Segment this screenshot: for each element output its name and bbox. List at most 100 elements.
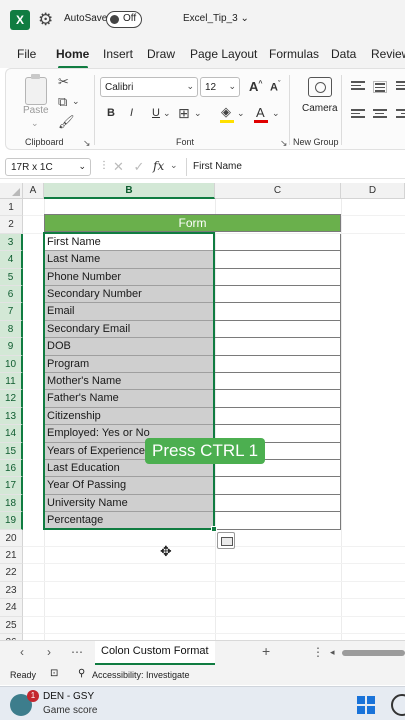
form-label-cell[interactable]: Mother's Name <box>44 373 215 391</box>
form-label-cell[interactable]: Secondary Email <box>44 320 215 339</box>
italic-button[interactable]: I <box>130 107 133 119</box>
form-input-cell[interactable] <box>215 303 341 321</box>
form-label-cell[interactable]: Citizenship <box>44 407 215 426</box>
align-left-icon[interactable] <box>351 109 365 121</box>
taskbar-app-icon[interactable] <box>391 694 405 716</box>
form-input-cell[interactable] <box>215 320 341 339</box>
form-label-cell[interactable]: Year Of Passing <box>44 477 215 495</box>
game-score-title[interactable]: DEN - GSY <box>43 691 94 702</box>
paste-icon[interactable] <box>25 74 47 105</box>
align-center-icon[interactable] <box>373 109 387 121</box>
form-input-cell[interactable] <box>215 268 341 286</box>
row-header-10[interactable]: 10 <box>0 355 23 373</box>
underline-button[interactable]: U <box>152 107 160 119</box>
format-painter-icon[interactable]: 🖌 <box>58 115 75 128</box>
row-header-5[interactable]: 5 <box>0 268 23 286</box>
row-header-20[interactable]: 20 <box>0 529 23 547</box>
underline-dropdown-icon[interactable]: ⌄ <box>163 109 171 118</box>
form-input-cell[interactable] <box>215 355 341 373</box>
row-header-24[interactable]: 24 <box>0 599 23 617</box>
row-header-16[interactable]: 16 <box>0 460 23 478</box>
form-input-cell[interactable] <box>215 512 341 530</box>
tab-data[interactable]: Data <box>331 47 356 61</box>
clipboard-launcher-icon[interactable]: ↘ <box>83 138 91 149</box>
cancel-icon[interactable]: ✕ <box>113 159 124 174</box>
next-sheet-icon[interactable]: › <box>47 645 51 659</box>
form-label-cell[interactable]: Percentage <box>44 512 215 530</box>
chevron-down-icon[interactable]: ⌄ <box>170 160 178 171</box>
enter-icon[interactable]: ✓ <box>134 159 145 174</box>
form-input-cell[interactable] <box>215 494 341 513</box>
row-header-6[interactable]: 6 <box>0 286 23 304</box>
form-label-cell[interactable]: Last Name <box>44 251 215 269</box>
form-label-cell[interactable]: Email <box>44 303 215 321</box>
row-header-22[interactable]: 22 <box>0 564 23 582</box>
column-header-a[interactable]: A <box>23 183 44 199</box>
scroll-left-icon[interactable]: ◂ <box>330 647 335 658</box>
row-header-1[interactable]: 1 <box>0 199 23 217</box>
form-label-cell[interactable]: Program <box>44 355 215 373</box>
paste-dropdown-icon[interactable]: ⌄ <box>31 119 39 128</box>
form-input-cell[interactable] <box>215 251 341 269</box>
font-launcher-icon[interactable]: ↘ <box>280 138 288 149</box>
tab-formulas[interactable]: Formulas <box>269 47 319 61</box>
row-header-7[interactable]: 7 <box>0 303 23 321</box>
name-box[interactable]: 17R x 1C ⌄ <box>5 158 91 176</box>
add-sheet-button[interactable]: + <box>262 643 270 659</box>
formula-input[interactable]: First Name <box>186 158 405 176</box>
accessibility-icon[interactable]: ⚲ <box>78 668 85 679</box>
tab-page-layout[interactable]: Page Layout <box>190 47 257 61</box>
form-label-cell[interactable]: Father's Name <box>44 390 215 408</box>
more-sheets-icon[interactable]: ⋯ <box>71 645 83 659</box>
row-header-14[interactable]: 14 <box>0 425 23 443</box>
accessibility-status[interactable]: Accessibility: Investigate <box>92 670 190 680</box>
row-header-19[interactable]: 19 <box>0 512 23 530</box>
font-name-box[interactable]: Calibri ⌄ <box>100 77 198 97</box>
row-header-15[interactable]: 15 <box>0 442 23 460</box>
font-color-button[interactable]: A <box>256 105 265 120</box>
form-label-cell[interactable]: First Name <box>44 233 215 252</box>
more-icon[interactable]: ⋮ <box>99 161 109 171</box>
copy-dropdown-icon[interactable]: ⌄ <box>72 97 80 106</box>
sheet-tab-colon-custom-format[interactable]: Colon Custom Format <box>95 641 215 665</box>
font-color-dropdown-icon[interactable]: ⌄ <box>272 109 280 118</box>
row-header-17[interactable]: 17 <box>0 477 23 495</box>
autosave-toggle[interactable]: Off <box>106 11 142 28</box>
tab-home[interactable]: Home <box>56 47 89 61</box>
form-input-cell[interactable] <box>215 390 341 408</box>
row-header-12[interactable]: 12 <box>0 390 23 408</box>
form-input-cell[interactable] <box>215 477 341 495</box>
prev-sheet-icon[interactable]: ‹ <box>20 645 24 659</box>
form-input-cell[interactable] <box>215 373 341 391</box>
column-header-b[interactable]: B <box>44 183 215 199</box>
form-input-cell[interactable] <box>215 407 341 426</box>
tab-insert[interactable]: Insert <box>103 47 133 61</box>
shrink-font-icon[interactable]: Aˇ <box>270 81 280 94</box>
form-label-cell[interactable]: Phone Number <box>44 268 215 286</box>
font-size-box[interactable]: 12 ⌄ <box>200 77 240 97</box>
insert-function-icon[interactable]: fx <box>153 159 164 173</box>
tab-file[interactable]: File <box>17 47 36 61</box>
align-bottom-icon[interactable] <box>396 81 405 93</box>
align-middle-icon[interactable] <box>373 81 387 93</box>
camera-icon[interactable] <box>308 77 332 97</box>
row-header-8[interactable]: 8 <box>0 320 23 339</box>
borders-dropdown-icon[interactable]: ⌄ <box>194 109 202 118</box>
gear-icon[interactable]: ⚙ <box>38 10 53 30</box>
fill-color-icon[interactable]: ◈ <box>221 105 231 118</box>
grow-font-icon[interactable]: A^ <box>249 79 262 94</box>
row-header-23[interactable]: 23 <box>0 581 23 600</box>
row-header-4[interactable]: 4 <box>0 251 23 269</box>
row-header-3[interactable]: 3 <box>0 233 23 252</box>
align-right-icon[interactable] <box>396 109 405 121</box>
select-all-button[interactable] <box>0 183 23 199</box>
quick-analysis-icon[interactable] <box>217 532 235 549</box>
borders-icon[interactable]: ⊞ <box>178 106 190 120</box>
row-header-13[interactable]: 13 <box>0 407 23 426</box>
horizontal-scrollbar[interactable] <box>342 650 405 656</box>
form-label-cell[interactable]: Secondary Number <box>44 286 215 304</box>
form-input-cell[interactable] <box>215 233 341 252</box>
worksheet-grid[interactable]: A B C D 1 2 3 First Name 4 Last Name 5 Phone Nu… <box>0 183 405 642</box>
tab-review[interactable]: Review <box>371 47 405 61</box>
bold-button[interactable]: B <box>107 107 115 119</box>
